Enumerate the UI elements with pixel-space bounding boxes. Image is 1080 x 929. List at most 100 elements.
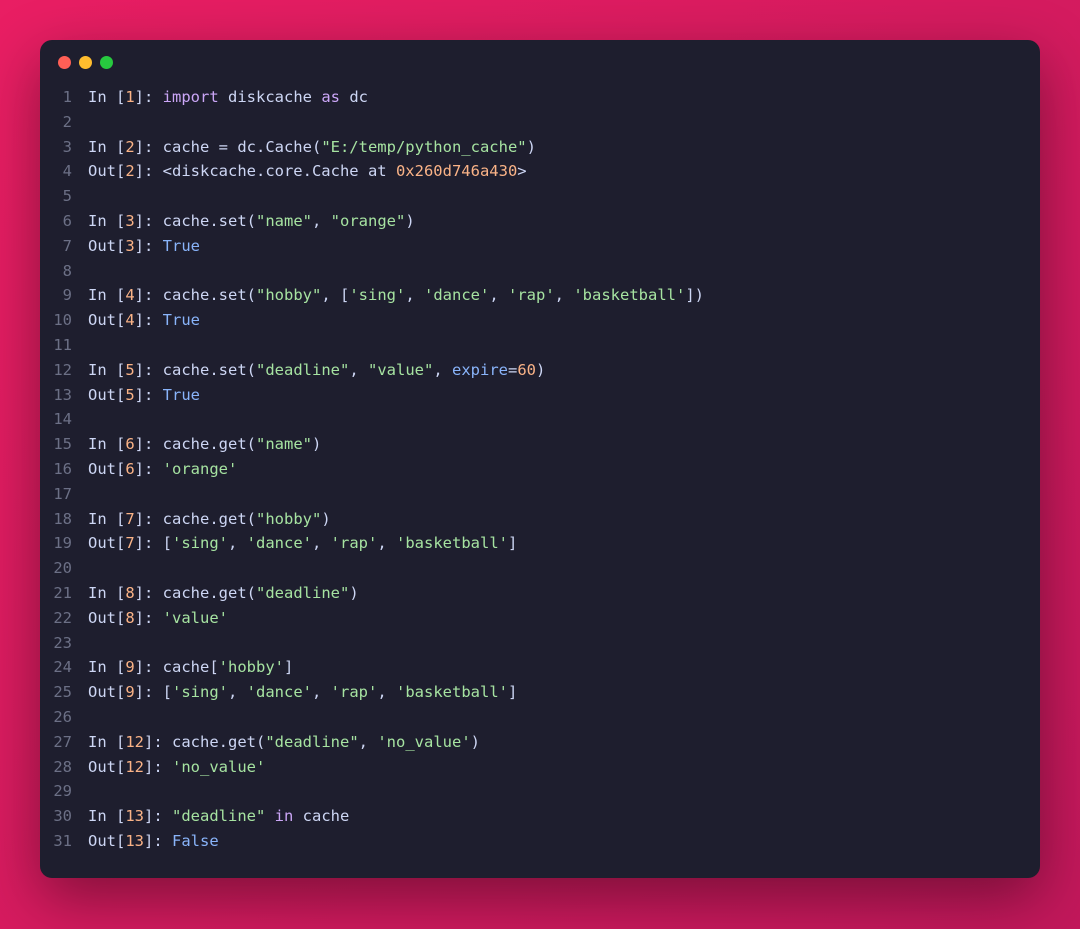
line-content: In [5]: cache.set("deadline", "value", e… — [88, 358, 1040, 383]
line-number: 1 — [40, 85, 88, 110]
code-token: Out[ — [88, 311, 125, 329]
code-token: In [ — [88, 584, 125, 602]
line-content — [88, 407, 1040, 432]
line-content — [88, 556, 1040, 581]
code-token: in — [275, 807, 294, 825]
code-token: False — [172, 832, 219, 850]
line-number: 21 — [40, 581, 88, 606]
code-token: , — [377, 534, 396, 552]
line-number: 12 — [40, 358, 88, 383]
code-token: ]: — [144, 758, 172, 776]
code-line: 25Out[9]: ['sing', 'dance', 'rap', 'bask… — [40, 680, 1040, 705]
line-number: 14 — [40, 407, 88, 432]
code-line: 11 — [40, 333, 1040, 358]
code-line: 1In [1]: import diskcache as dc — [40, 85, 1040, 110]
line-content: In [3]: cache.set("name", "orange") — [88, 209, 1040, 234]
code-window: 1In [1]: import diskcache as dc23In [2]:… — [40, 40, 1040, 878]
code-token: In [ — [88, 361, 125, 379]
code-token: 'sing' — [172, 534, 228, 552]
code-token: "value" — [368, 361, 433, 379]
line-number: 25 — [40, 680, 88, 705]
code-line: 16Out[6]: 'orange' — [40, 457, 1040, 482]
code-line: 8 — [40, 259, 1040, 284]
code-line: 20 — [40, 556, 1040, 581]
code-token: In [ — [88, 88, 125, 106]
line-number: 13 — [40, 383, 88, 408]
line-content: In [12]: cache.get("deadline", 'no_value… — [88, 730, 1040, 755]
code-line: 28Out[12]: 'no_value' — [40, 755, 1040, 780]
code-token: ]: — [144, 807, 172, 825]
line-number: 17 — [40, 482, 88, 507]
code-line: 6In [3]: cache.set("name", "orange") — [40, 209, 1040, 234]
code-token: ]: [ — [135, 534, 172, 552]
code-token: 12 — [125, 758, 144, 776]
code-token: , — [228, 534, 247, 552]
code-token: 'sing' — [172, 683, 228, 701]
code-token: 'no_value' — [377, 733, 470, 751]
code-token: In [ — [88, 733, 125, 751]
minimize-icon[interactable] — [79, 56, 92, 69]
line-number: 6 — [40, 209, 88, 234]
code-token: as — [321, 88, 340, 106]
code-token: , — [555, 286, 574, 304]
close-icon[interactable] — [58, 56, 71, 69]
titlebar — [40, 40, 1040, 77]
code-token: ) — [527, 138, 536, 156]
code-token: 'rap' — [508, 286, 555, 304]
code-token: 2 — [125, 138, 134, 156]
code-token: , — [359, 733, 378, 751]
code-token: 8 — [125, 584, 134, 602]
code-token: 'dance' — [247, 683, 312, 701]
code-token: True — [163, 386, 200, 404]
code-token: , — [405, 286, 424, 304]
code-token: 'no_value' — [172, 758, 265, 776]
line-content: In [2]: cache = dc.Cache("E:/temp/python… — [88, 135, 1040, 160]
code-token: In [ — [88, 435, 125, 453]
code-token: ] — [508, 683, 517, 701]
code-token: 'orange' — [163, 460, 238, 478]
maximize-icon[interactable] — [100, 56, 113, 69]
code-line: 14 — [40, 407, 1040, 432]
line-number: 2 — [40, 110, 88, 135]
code-token: , — [312, 683, 331, 701]
code-token: 7 — [125, 534, 134, 552]
code-token: ]: [ — [135, 683, 172, 701]
line-content: Out[8]: 'value' — [88, 606, 1040, 631]
line-number: 23 — [40, 631, 88, 656]
code-line: 29 — [40, 779, 1040, 804]
code-token: ) — [405, 212, 414, 230]
code-token: Out[ — [88, 237, 125, 255]
code-token: expire — [452, 361, 508, 379]
code-token: , — [377, 683, 396, 701]
line-content: Out[13]: False — [88, 829, 1040, 854]
code-token: > — [517, 162, 526, 180]
code-token: 13 — [125, 807, 144, 825]
code-line: 30In [13]: "deadline" in cache — [40, 804, 1040, 829]
line-content: Out[9]: ['sing', 'dance', 'rap', 'basket… — [88, 680, 1040, 705]
code-token: 13 — [125, 832, 144, 850]
code-token: Out[ — [88, 162, 125, 180]
line-content: Out[12]: 'no_value' — [88, 755, 1040, 780]
code-token: "E:/temp/python_cache" — [321, 138, 526, 156]
line-content: In [13]: "deadline" in cache — [88, 804, 1040, 829]
code-editor[interactable]: 1In [1]: import diskcache as dc23In [2]:… — [40, 77, 1040, 878]
code-token: ]: — [135, 460, 163, 478]
code-token: "name" — [256, 435, 312, 453]
code-line: 2 — [40, 110, 1040, 135]
line-content — [88, 184, 1040, 209]
code-token: 'sing' — [349, 286, 405, 304]
code-token: ]: cache.get( — [135, 510, 256, 528]
line-number: 24 — [40, 655, 88, 680]
code-token: "name" — [256, 212, 312, 230]
code-line: 10Out[4]: True — [40, 308, 1040, 333]
line-number: 27 — [40, 730, 88, 755]
code-token: ]: cache.set( — [135, 361, 256, 379]
code-token: "orange" — [331, 212, 406, 230]
line-number: 10 — [40, 308, 88, 333]
code-token: cache — [293, 807, 349, 825]
code-token: "deadline" — [265, 733, 358, 751]
code-token: ]: <diskcache.core.Cache at — [135, 162, 396, 180]
code-token: In [ — [88, 286, 125, 304]
code-token: Out[ — [88, 758, 125, 776]
line-number: 26 — [40, 705, 88, 730]
